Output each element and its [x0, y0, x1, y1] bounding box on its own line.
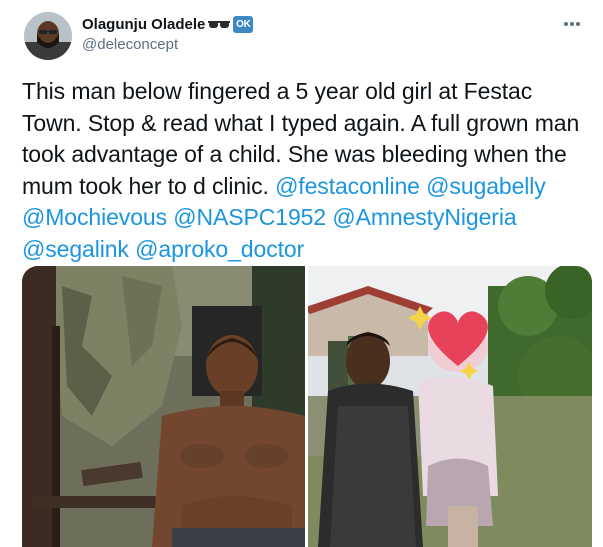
mention-link[interactable]: @segalink — [22, 236, 129, 262]
photo-shirtless-man[interactable] — [22, 266, 305, 547]
ok-badge-icon: OK — [233, 15, 254, 33]
mention-link[interactable]: @AmnestyNigeria — [332, 204, 516, 230]
tweet-media — [22, 266, 592, 547]
tweet-text: This man below fingered a 5 year old gir… — [22, 76, 592, 265]
mention-link[interactable]: @aproko_doctor — [135, 236, 304, 262]
more-options-icon[interactable] — [557, 12, 587, 36]
avatar[interactable] — [24, 12, 72, 60]
mention-link[interactable]: @festaconline — [275, 173, 420, 199]
mention-link[interactable]: @sugabelly — [426, 173, 546, 199]
mention-link[interactable]: @Mochievous — [22, 204, 167, 230]
sunglasses-emoji-icon — [208, 18, 231, 30]
tweet-card: Olagunju Oladele OK @deleconcept This ma… — [0, 0, 603, 547]
user-handle[interactable]: @deleconcept — [82, 36, 253, 53]
tweet-header: Olagunju Oladele OK @deleconcept — [82, 14, 254, 53]
photo-woman-with-child[interactable] — [308, 266, 592, 547]
mention-link[interactable]: @NASPC1952 — [173, 204, 326, 230]
display-name-row: Olagunju Oladele OK — [82, 14, 254, 34]
display-name[interactable]: Olagunju Oladele — [82, 16, 205, 33]
